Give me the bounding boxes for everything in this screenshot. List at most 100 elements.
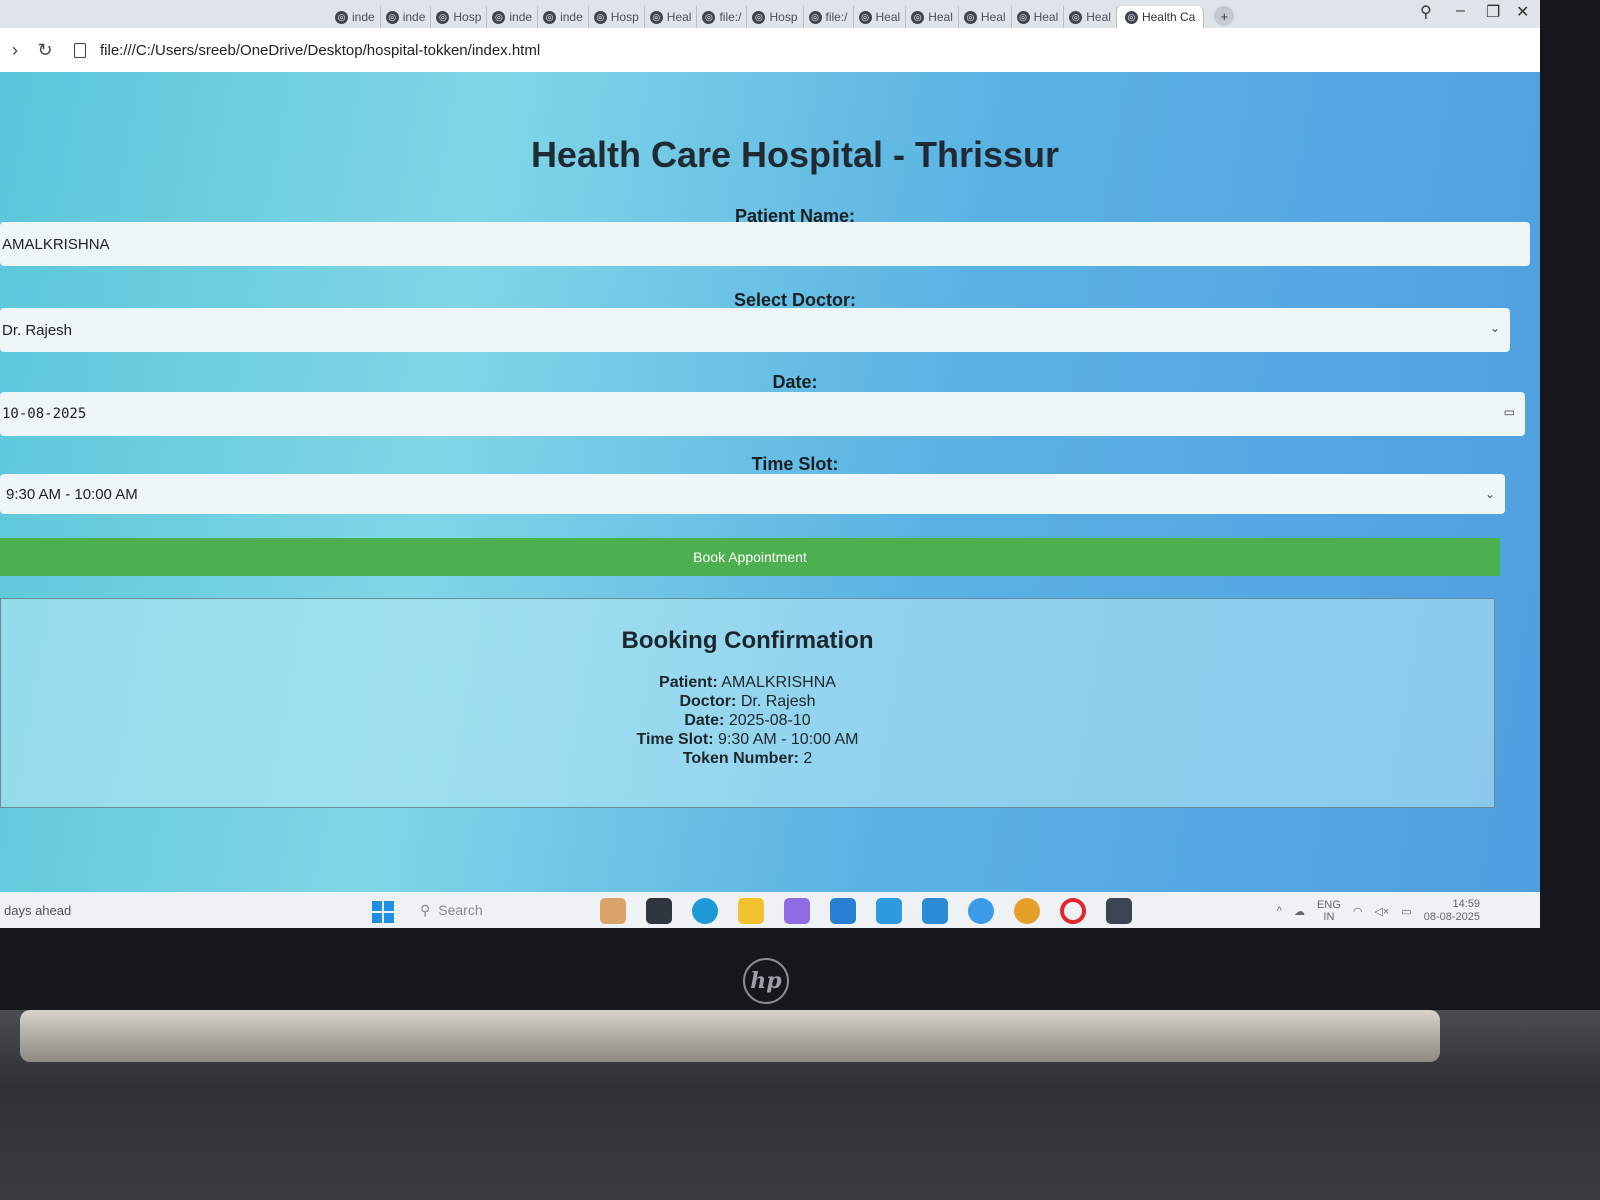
globe-icon: ◎ [593,10,607,24]
screen: ◎ inde ◎ inde ◎ Hosp ◎ inde ◎ inde ◎ Hosp ◎ Heal ◎ file… [0,0,1540,928]
browser-tab[interactable]: ◎ Heal [854,6,907,28]
book-appointment-button[interactable]: Book Appointment [0,538,1500,576]
globe-icon: ◎ [808,10,822,24]
confirmation-date: Date: 2025-08-10 [684,712,811,729]
tab-label: Hosp [769,10,798,24]
weather-widget[interactable]: days ahead [4,903,71,918]
patient-name-input[interactable]: AMALKRISHNA [0,222,1530,266]
edge-icon[interactable] [692,898,718,924]
chevron-down-icon: ⌄ [1484,487,1495,501]
globe-icon: ◎ [543,10,557,24]
tab-label: Heal [1033,10,1059,24]
minimize-icon[interactable]: – [1456,2,1465,20]
patient-name-value: AMALKRISHNA [2,235,110,253]
page-title: Health Care Hospital - Thrissur [530,134,1060,175]
time-slot-select[interactable]: 9:30 AM - 10:00 AM ⌄ [0,474,1505,514]
tab-label: inde [352,10,375,24]
browser-tab[interactable]: ◎ Hosp [589,6,645,28]
time-slot-label: Time Slot: [751,454,839,474]
date-value: 10-08-2025 [2,406,87,422]
search-tabs-icon[interactable]: ⚲ [1420,2,1432,22]
globe-icon: ◎ [702,10,716,24]
windows-start-icon[interactable] [372,901,394,923]
chrome-icon[interactable] [1014,898,1040,924]
browser-tab[interactable]: ◎ Heal [1012,6,1065,28]
globe-icon: ◎ [1069,10,1083,24]
store-icon[interactable] [830,898,856,924]
calendar-icon[interactable]: ▭ [1504,405,1515,419]
wifi-icon[interactable]: ◠ [1353,905,1363,918]
globe-icon: ◎ [911,10,925,24]
time-slot-value: 9:30 AM - 10:00 AM [6,485,138,503]
browser-tab[interactable]: ◎ file:/ [804,6,854,28]
tab-label: inde [509,10,533,24]
close-icon[interactable]: ✕ [1516,2,1529,22]
tab-label: Health Ca [1141,10,1196,24]
mail-icon[interactable] [876,898,902,924]
reload-icon[interactable]: ↻ [30,40,60,61]
confirmation-doctor: Doctor: Dr. Rajesh [679,693,816,710]
tab-label: Hosp [453,10,482,24]
terminal-icon[interactable] [1106,898,1132,924]
forward-icon[interactable]: › [0,40,30,61]
browser-tab[interactable]: ◎ inde [487,6,539,28]
browser-tab[interactable]: ◎ Hosp [431,6,488,28]
globe-icon: ◎ [436,10,450,24]
page-icon [74,42,86,58]
python-icon[interactable] [968,898,994,924]
tab-label: file:/ [825,10,848,24]
tab-label: Heal [1086,10,1111,24]
globe-icon: ◎ [385,10,399,24]
tab-label: Heal [980,10,1006,24]
clock[interactable]: 14:59 08-08-2025 [1424,898,1480,924]
battery-icon[interactable]: ▭ [1401,905,1411,918]
chevron-up-icon[interactable]: ^ [1277,905,1282,917]
browser-tab[interactable]: ◎ inde [330,6,381,28]
globe-icon: ◎ [1016,10,1030,24]
browser-tab[interactable]: ◎ Heal [645,6,698,28]
vscode-icon[interactable] [922,898,948,924]
tab-label: Heal [875,10,901,24]
search-icon: ⚲ [420,901,431,918]
new-tab-button[interactable]: + [1214,6,1235,26]
browser-tab[interactable]: ◎ Heal [906,6,959,28]
tab-active[interactable]: ◎ Health Ca [1116,6,1205,28]
cloud-icon[interactable]: ☁ [1294,905,1305,918]
doctor-select[interactable]: Dr. Rajesh ⌄ [0,308,1510,352]
language-indicator[interactable]: ENG IN [1317,899,1341,923]
browser-tab[interactable]: ◎ Heal [959,6,1012,28]
chevron-down-icon: ⌄ [1489,321,1500,335]
globe-icon: ◎ [492,10,506,24]
taskbar: days ahead ⚲ Search ^ ☁ ENG IN ◠ ◁× ▭ 14… [0,892,1540,928]
doctor-select-value: Dr. Rajesh [2,321,73,339]
file-explorer-icon[interactable] [738,898,764,924]
booking-confirmation-box: Booking Confirmation Patient: AMALKRISHN… [0,598,1495,808]
volume-muted-icon[interactable]: ◁× [1374,905,1389,918]
hp-logo: hp [743,958,789,1004]
tab-label: Hosp [610,10,639,24]
laptop-hinge [20,1010,1440,1062]
browser-tab[interactable]: ◎ Heal [1064,6,1117,28]
confirmation-token: Token Number: 2 [682,750,813,767]
cat-widget-icon[interactable] [600,898,626,924]
task-view-icon[interactable] [646,898,672,924]
opera-icon[interactable] [1060,898,1086,924]
confirmation-details: Patient: AMALKRISHNA Doctor: Dr. Rajesh … [1,673,1494,768]
globe-icon: ◎ [1124,10,1138,24]
browser-tab[interactable]: ◎ inde [381,6,432,28]
date-input[interactable]: 10-08-2025 ▭ [0,392,1525,436]
url-field[interactable]: file:///C:/Users/sreeb/OneDrive/Desktop/… [100,42,540,59]
restore-icon[interactable]: ❐ [1486,2,1500,22]
confirmation-patient: Patient: AMALKRISHNA [659,674,836,691]
confirmation-title: Booking Confirmation [621,627,874,654]
system-tray: ^ ☁ ENG IN ◠ ◁× ▭ 14:59 08-08-2025 [1277,898,1480,924]
page-content: Health Care Hospital - Thrissur Patient … [0,72,1540,892]
taskbar-search[interactable]: ⚲ Search [420,898,580,922]
taskbar-search-placeholder: Search [438,902,483,918]
browser-tab[interactable]: ◎ Hosp [747,6,804,28]
taskbar-apps [600,898,1132,924]
copilot-icon[interactable] [784,898,810,924]
browser-tab[interactable]: ◎ inde [538,6,589,28]
tab-label: Heal [928,10,953,24]
browser-tab[interactable]: ◎ file:/ [697,6,748,28]
